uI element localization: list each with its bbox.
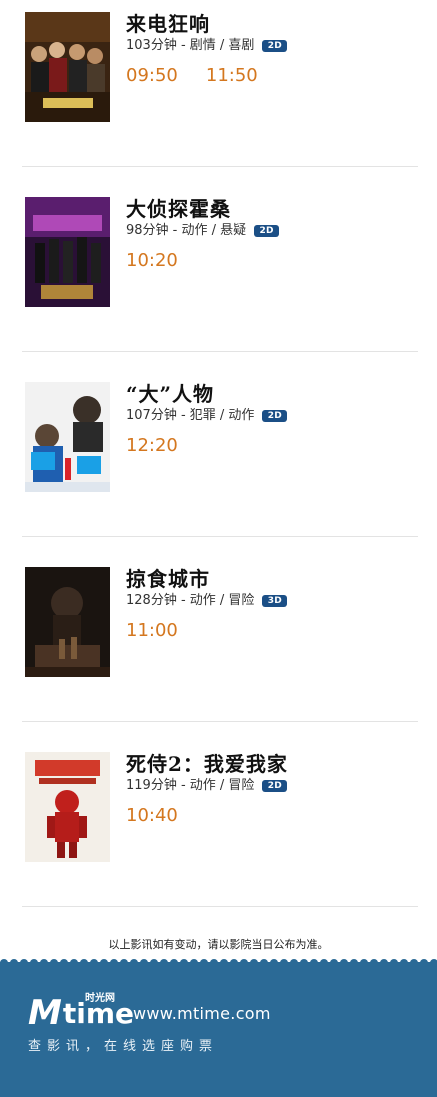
showtime-button[interactable]: 09:50 [126, 65, 178, 86]
footer-banner: Mtime 时光网 www.mtime.com 查影讯，在线选座购票 [0, 959, 437, 1097]
movie-meta: 107分钟 - 犯罪 / 动作 2D [126, 404, 288, 423]
divider [22, 536, 418, 537]
movie-poster[interactable] [25, 752, 110, 862]
movie-item[interactable]: 来电狂响 103分钟 - 剧情 / 喜剧 2D 09:50 11:50 [0, 0, 437, 185]
movie-poster[interactable] [25, 382, 110, 492]
movie-duration-genre: 103分钟 - 剧情 / 喜剧 [126, 38, 255, 53]
showtime-button[interactable]: 11:50 [206, 65, 258, 86]
scallop-edge [0, 959, 437, 968]
schedule-notice: 以上影讯如有变动，请以影院当日公布为准。 [108, 938, 329, 951]
showtimes: 11:00 [126, 620, 206, 641]
logo-chinese: 时光网 [85, 993, 115, 1004]
movie-duration-genre: 98分钟 - 动作 / 悬疑 [126, 223, 247, 238]
showtimes: 12:20 [126, 435, 206, 456]
movie-title[interactable]: 掠食城市 [126, 563, 210, 592]
movie-title[interactable]: 大侦探霍桑 [126, 193, 231, 222]
divider [22, 166, 418, 167]
logo-time: time [62, 997, 134, 1030]
movie-poster[interactable] [25, 12, 110, 122]
showtime-button[interactable]: 11:00 [126, 620, 178, 641]
showtimes: 10:40 [126, 805, 206, 826]
movie-duration-genre: 128分钟 - 动作 / 冒险 [126, 593, 255, 608]
movie-poster[interactable] [25, 567, 110, 677]
movie-item[interactable]: 死侍2：我爱我家 119分钟 - 动作 / 冒险 2D 10:40 [0, 740, 437, 925]
movie-meta: 98分钟 - 动作 / 悬疑 2D [126, 219, 280, 238]
logo-m: M [28, 993, 62, 1033]
movie-title[interactable]: 来电狂响 [126, 8, 210, 37]
divider [22, 351, 418, 352]
showtime-button[interactable]: 10:20 [126, 250, 178, 271]
divider [22, 906, 418, 907]
movie-item[interactable]: “大”人物 107分钟 - 犯罪 / 动作 2D 12:20 [0, 370, 437, 555]
showtimes: 10:20 [126, 250, 206, 271]
divider [22, 721, 418, 722]
format-badge: 2D [262, 40, 288, 52]
movie-duration-genre: 107分钟 - 犯罪 / 动作 [126, 408, 255, 423]
showtime-button[interactable]: 12:20 [126, 435, 178, 456]
movie-meta: 103分钟 - 剧情 / 喜剧 2D [126, 34, 288, 53]
movie-title[interactable]: 死侍2：我爱我家 [126, 748, 288, 777]
movie-item[interactable]: 大侦探霍桑 98分钟 - 动作 / 悬疑 2D 10:20 [0, 185, 437, 370]
movie-item[interactable]: 掠食城市 128分钟 - 动作 / 冒险 3D 11:00 [0, 555, 437, 740]
showtime-button[interactable]: 10:40 [126, 805, 178, 826]
format-badge: 3D [262, 595, 288, 607]
format-badge: 2D [262, 780, 288, 792]
movie-poster[interactable] [25, 197, 110, 307]
movie-duration-genre: 119分钟 - 动作 / 冒险 [126, 778, 255, 793]
format-badge: 2D [254, 225, 280, 237]
showtimes: 09:50 11:50 [126, 65, 286, 86]
movie-meta: 119分钟 - 动作 / 冒险 2D [126, 774, 288, 793]
mtime-logo[interactable]: Mtime [28, 992, 134, 1033]
footer-slogan: 查影讯，在线选座购票 [28, 1039, 219, 1054]
site-url[interactable]: www.mtime.com [133, 1004, 271, 1023]
movie-title[interactable]: “大”人物 [126, 378, 214, 407]
format-badge: 2D [262, 410, 288, 422]
movie-meta: 128分钟 - 动作 / 冒险 3D [126, 589, 288, 608]
